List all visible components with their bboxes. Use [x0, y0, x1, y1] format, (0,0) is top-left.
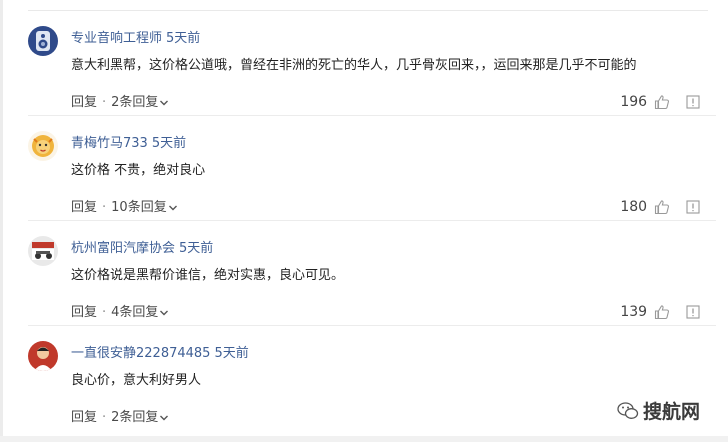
username[interactable]: 专业音响工程师 — [71, 31, 162, 46]
sohang-watermark: 搜航网 — [617, 397, 700, 424]
chevron-down-icon — [168, 205, 177, 210]
comment-meta: 一直很安静222874485 5天前 — [71, 345, 249, 363]
thumbs-up-icon[interactable] — [654, 199, 670, 215]
username[interactable]: 青梅竹马733 — [71, 136, 148, 151]
username[interactable]: 杭州富阳汽摩协会 — [71, 241, 175, 256]
comment-item: 青梅竹马733 5天前 这价格 不贵，绝对良心 回复 · 10条回复 180 — [28, 117, 716, 221]
comment-text: 这价格说是黑帮价谁信，绝对实惠，良心可见。 — [71, 268, 345, 283]
comment-actions: 回复 · 2条回复 — [71, 94, 169, 112]
report-icon[interactable] — [686, 305, 700, 319]
wechat-icon — [617, 402, 639, 419]
view-replies-button[interactable]: 2条回复 — [111, 410, 169, 425]
club-avatar[interactable] — [28, 236, 58, 266]
like-count: 180 — [620, 199, 648, 215]
view-replies-button[interactable]: 4条回复 — [111, 305, 169, 320]
chevron-down-icon — [160, 100, 169, 105]
view-replies-button[interactable]: 10条回复 — [111, 200, 178, 215]
thumbs-up-icon[interactable] — [654, 94, 670, 110]
like-area: 139 — [620, 304, 700, 320]
replies-count-label: 2条回复 — [111, 410, 159, 425]
left-edge-bar — [0, 0, 3, 442]
man-avatar[interactable] — [28, 341, 58, 371]
lion-avatar[interactable] — [28, 131, 58, 161]
comment-text: 意大利黑帮，这价格公道哦，曾经在非洲的死亡的华人，几乎骨灰回来，，运回来那是几乎… — [71, 58, 637, 73]
reply-button[interactable]: 回复 — [71, 200, 97, 215]
reply-button[interactable]: 回复 — [71, 95, 97, 110]
watermark-text: 搜航网 — [642, 401, 700, 423]
comment-text: 这价格 不贵，绝对良心 — [71, 163, 206, 178]
comment-meta: 杭州富阳汽摩协会 5天前 — [71, 240, 213, 258]
comment-actions: 回复 · 2条回复 — [71, 409, 169, 427]
thumbs-up-icon[interactable] — [654, 304, 670, 320]
comment-item: 一直很安静222874485 5天前 良心价，意大利好男人 回复 · 2条回复 — [28, 327, 708, 431]
bottom-band — [0, 436, 728, 442]
separator-dot: · — [102, 410, 107, 425]
like-area: 196 — [620, 94, 700, 110]
comment-text: 良心价，意大利好男人 — [71, 373, 202, 388]
top-divider — [28, 10, 708, 11]
report-icon[interactable] — [686, 95, 700, 109]
replies-count-label: 4条回复 — [111, 305, 159, 320]
separator-dot: · — [102, 200, 107, 215]
username[interactable]: 一直很安静222874485 — [71, 346, 210, 361]
comment-item: 杭州富阳汽摩协会 5天前 这价格说是黑帮价谁信，绝对实惠，良心可见。 回复 · 4条回… — [28, 222, 716, 326]
comment-item: 专业音响工程师 5天前 意大利黑帮，这价格公道哦，曾经在非洲的死亡的华人，几乎骨灰… — [28, 12, 716, 116]
replies-count-label: 2条回复 — [111, 95, 159, 110]
speaker-avatar[interactable] — [28, 26, 58, 56]
comment-meta: 青梅竹马733 5天前 — [71, 135, 186, 153]
like-count: 139 — [620, 304, 648, 320]
chevron-down-icon — [160, 310, 169, 315]
replies-count-label: 10条回复 — [111, 200, 167, 215]
comment-time: 5天前 — [151, 136, 187, 151]
comment-time: 5天前 — [166, 31, 201, 46]
comment-time: 5天前 — [179, 241, 214, 256]
comment-meta: 专业音响工程师 5天前 — [71, 30, 200, 48]
separator-dot: · — [102, 95, 107, 110]
reply-button[interactable]: 回复 — [71, 305, 97, 320]
like-count: 196 — [620, 94, 648, 110]
comment-actions: 回复 · 10条回复 — [71, 199, 178, 217]
like-area: 180 — [620, 199, 700, 215]
view-replies-button[interactable]: 2条回复 — [111, 95, 169, 110]
comment-time: 5天前 — [214, 346, 249, 361]
separator-dot: · — [102, 305, 107, 320]
chevron-down-icon — [160, 415, 169, 420]
reply-button[interactable]: 回复 — [71, 410, 97, 425]
comment-actions: 回复 · 4条回复 — [71, 304, 169, 322]
report-icon[interactable] — [686, 200, 700, 214]
